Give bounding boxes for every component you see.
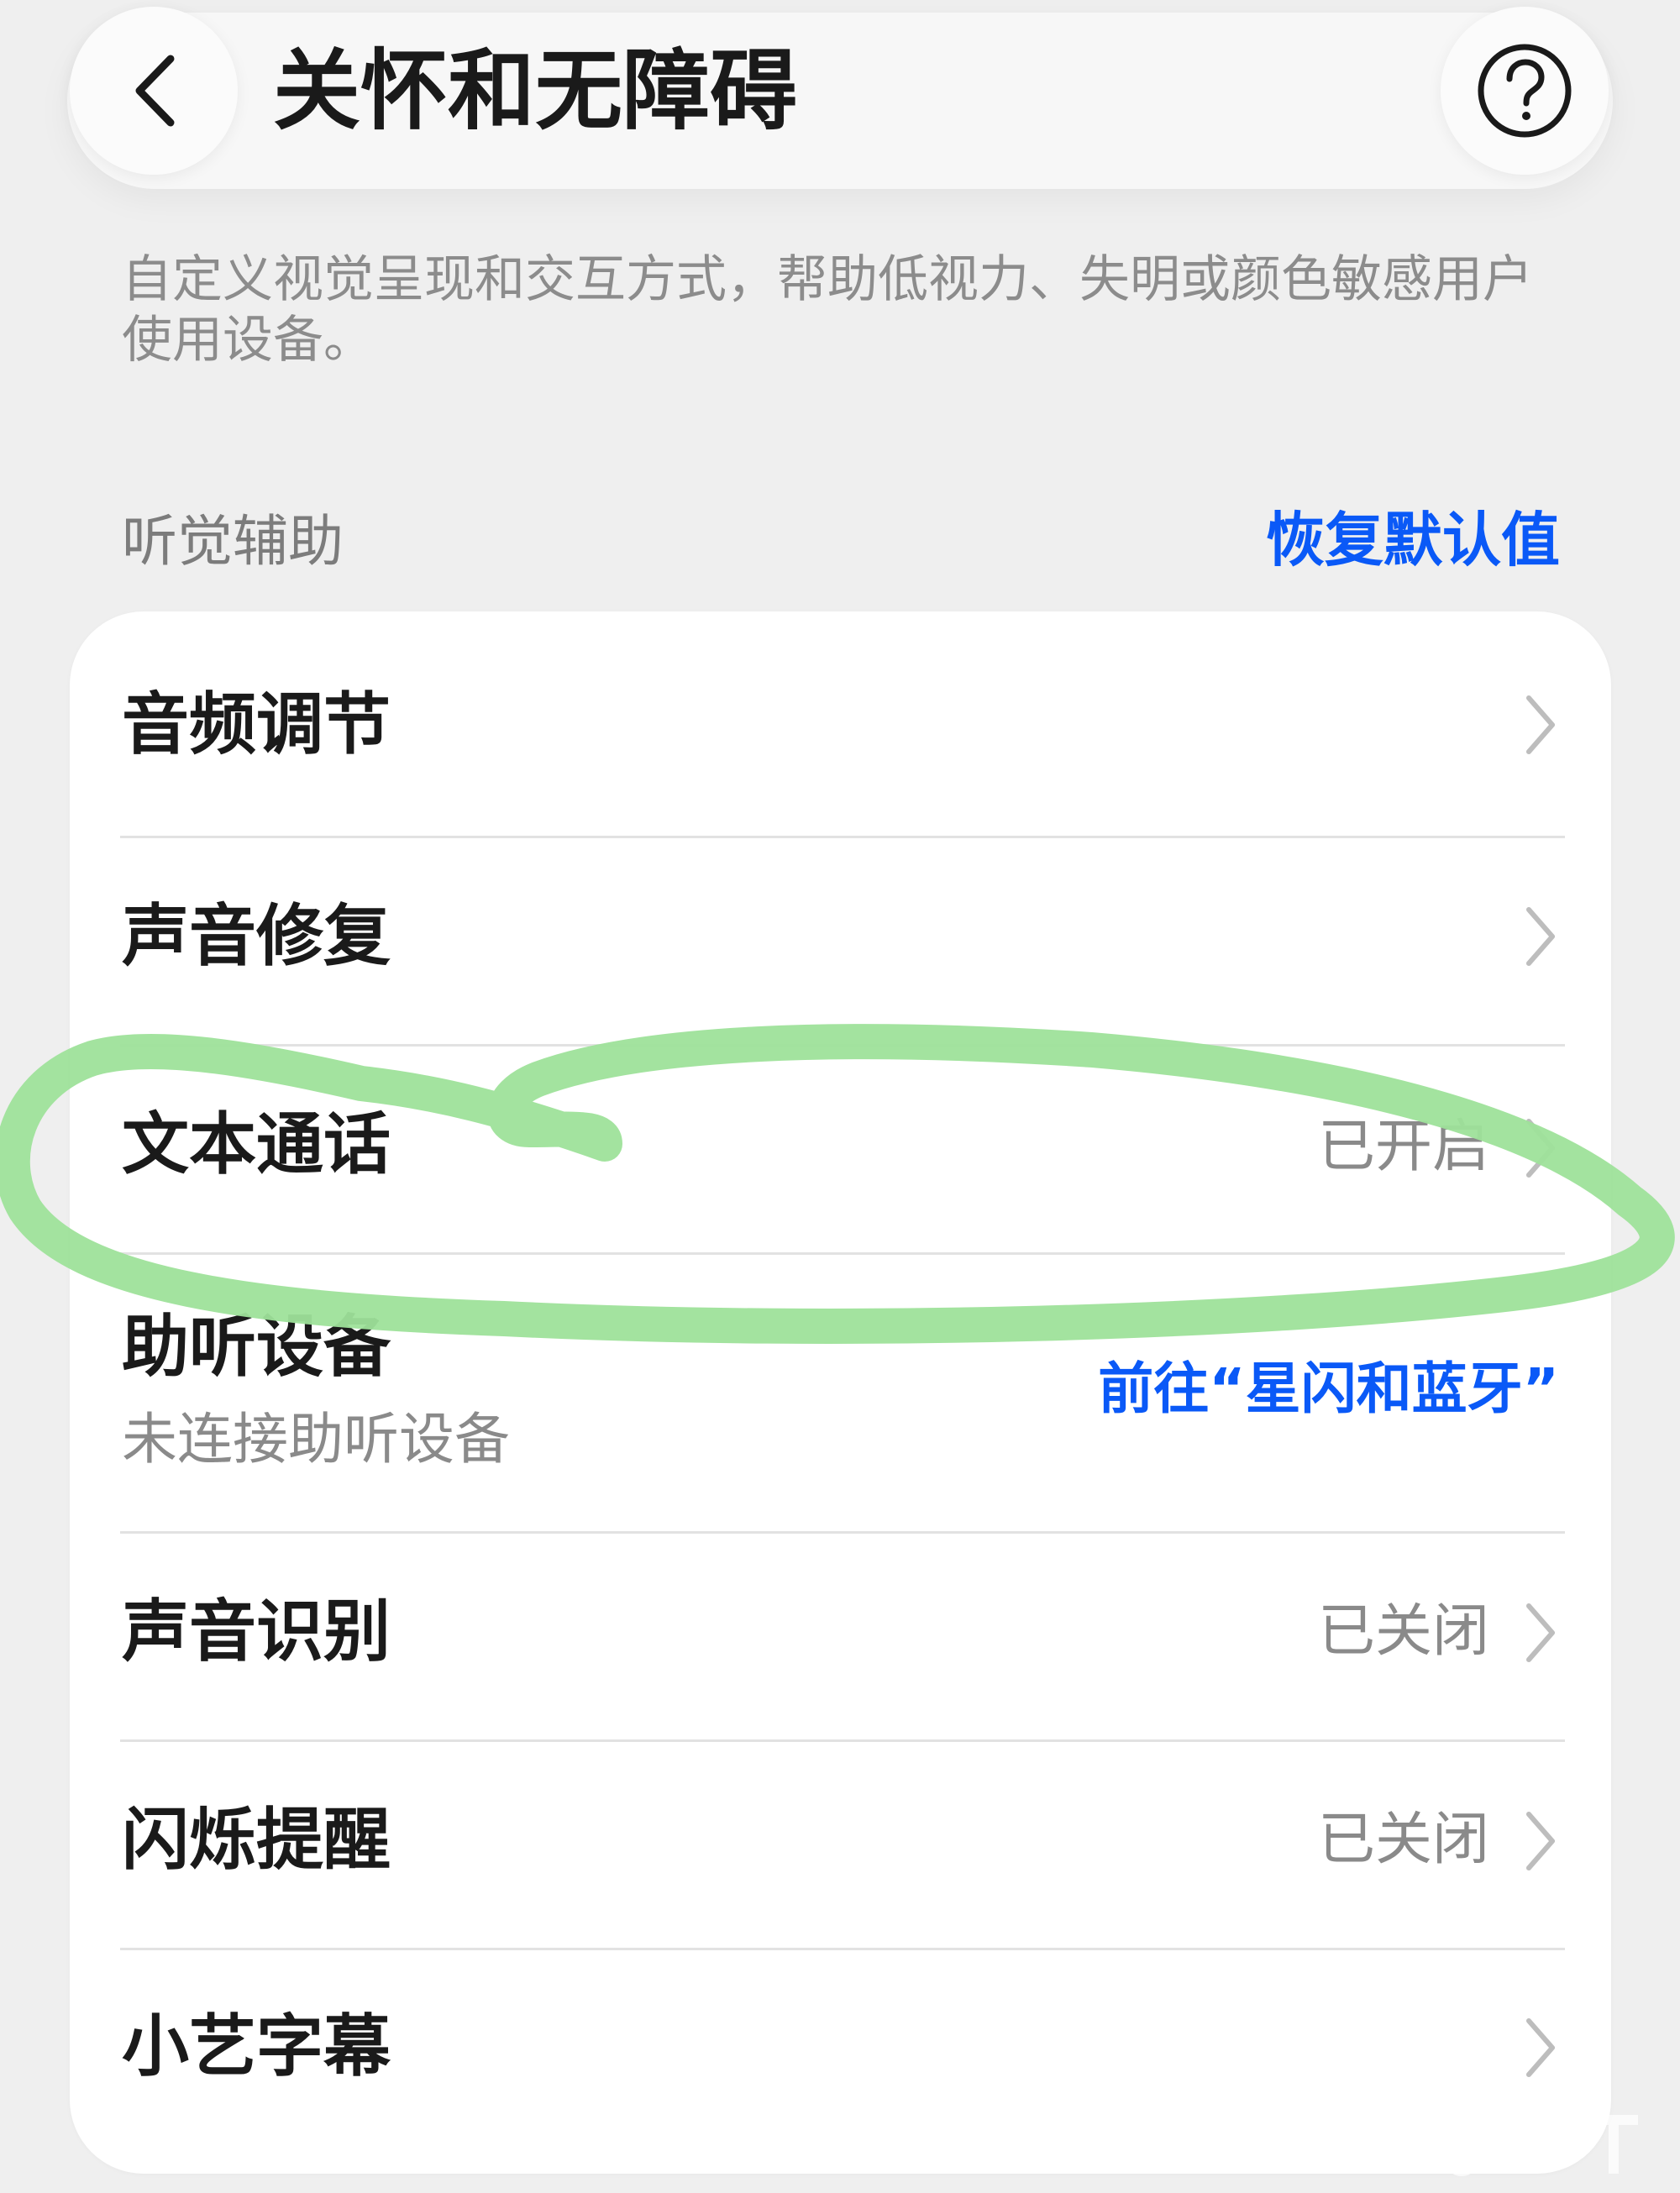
list-item-label: 声音修复 [122, 897, 391, 975]
list-item-text-call[interactable]: 文本通话 已开启 [70, 1047, 1611, 1255]
list-item-status: 已开启 [1317, 1114, 1489, 1180]
help-button[interactable] [1441, 7, 1609, 175]
chevron-right-icon [1526, 695, 1555, 754]
list-item-label: 声音识别 [122, 1592, 391, 1671]
chevron-right-icon [1526, 2018, 1555, 2077]
chevron-left-icon [135, 55, 175, 127]
list-item-label: 小艺字幕 [122, 2007, 391, 2085]
list-item-label: 闪烁提醒 [122, 1801, 391, 1879]
list-item-status: 已关闭 [1317, 1807, 1489, 1873]
list-item-subtitle: 未连接助听设备 [122, 1407, 510, 1472]
list-item-flash-alert[interactable]: 闪烁提醒 已关闭 [70, 1742, 1611, 1950]
chevron-right-icon [1526, 907, 1555, 966]
list-item-status: 已关闭 [1317, 1598, 1489, 1665]
list-item-label: 音频调节 [122, 685, 391, 763]
list-item-sound-recognition[interactable]: 声音识别 已关闭 [70, 1534, 1611, 1742]
page-description: 自定义视觉呈现和交互方式，帮助低视力、失明或颜色敏感用户使用设备。 [122, 250, 1533, 370]
go-to-nearlink-bluetooth-link[interactable]: 前往“星闪和蓝牙” [1098, 1351, 1559, 1427]
list-item-label: 助听设备 [122, 1308, 391, 1386]
list-item-audio-adjust[interactable]: 音频调节 [70, 611, 1611, 838]
chevron-right-icon [1526, 1812, 1555, 1870]
chevron-right-icon [1526, 1603, 1555, 1662]
watermark-logo [1446, 2111, 1638, 2176]
reset-defaults-link[interactable]: 恢复默认值 [1266, 502, 1560, 578]
list-item-label: 文本通话 [122, 1105, 391, 1183]
list-item-hearing-device[interactable]: 助听设备 未连接助听设备 前往“星闪和蓝牙” [70, 1255, 1611, 1534]
hearing-assist-card: 音频调节 声音修复 文本通话 已开启 助听设备 未连接助听设备 前往“星闪和蓝牙… [70, 611, 1611, 2174]
list-item-xiaoyi-captions[interactable]: 小艺字幕 [70, 1950, 1611, 2174]
back-button[interactable] [70, 7, 238, 175]
list-item-sound-repair[interactable]: 声音修复 [70, 838, 1611, 1047]
section-title: 听觉辅助 [122, 509, 344, 574]
question-circle-icon [1478, 44, 1572, 138]
page-title: 关怀和无障碍 [273, 39, 798, 142]
chevron-right-icon [1526, 1119, 1555, 1178]
